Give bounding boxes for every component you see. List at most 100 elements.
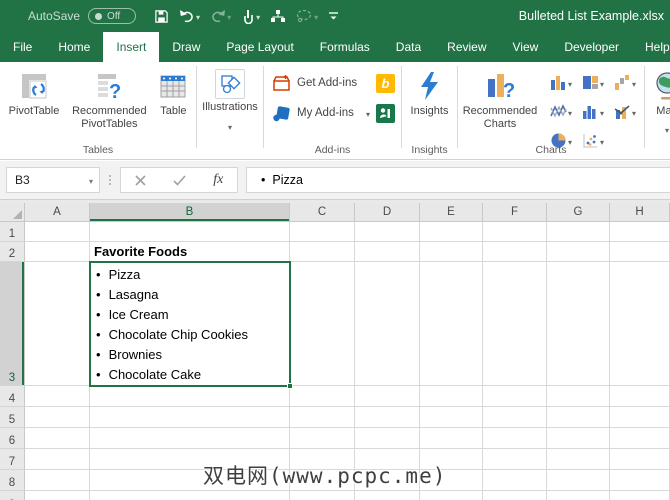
tab-help[interactable]: Help: [632, 32, 670, 62]
cell-H7[interactable]: [610, 449, 670, 470]
cell-H6[interactable]: [610, 428, 670, 449]
column-header-G[interactable]: G: [547, 203, 610, 222]
insert-combo-chart-button[interactable]: [612, 97, 644, 126]
my-addins-caret-icon[interactable]: [366, 104, 370, 122]
cell-D1[interactable]: [355, 222, 420, 242]
autosave-toggle[interactable]: AutoSave Off: [28, 8, 137, 24]
cell-D4[interactable]: [355, 386, 420, 407]
cell-B2[interactable]: Favorite Foods: [90, 242, 290, 262]
enter-icon[interactable]: [173, 174, 186, 186]
autosave-pill[interactable]: Off: [88, 8, 137, 24]
formula-bar-handle[interactable]: [100, 175, 120, 185]
cell-D9[interactable]: [355, 491, 420, 500]
touch-mouse-mode-button[interactable]: [237, 4, 264, 28]
cell-F6[interactable]: [483, 428, 547, 449]
tab-review[interactable]: Review: [434, 32, 499, 62]
cell-A7[interactable]: [25, 449, 90, 470]
tab-file[interactable]: File: [0, 32, 45, 62]
column-header-H[interactable]: H: [610, 203, 670, 222]
cell-C1[interactable]: [290, 222, 355, 242]
touch-mode-caret-icon[interactable]: [256, 7, 260, 25]
tab-page-layout[interactable]: Page Layout: [213, 32, 306, 62]
column-header-F[interactable]: F: [483, 203, 547, 222]
people-graph-addin-icon[interactable]: [376, 103, 395, 123]
name-box[interactable]: B3: [6, 167, 100, 193]
fill-handle[interactable]: [287, 383, 293, 389]
customize-qat-button[interactable]: [324, 7, 343, 25]
tab-insert[interactable]: Insert: [103, 32, 160, 62]
cell-A4[interactable]: [25, 386, 90, 407]
cell-C9[interactable]: [290, 491, 355, 500]
my-addins-button[interactable]: My Add-ins: [272, 100, 395, 126]
undo-menu-caret-icon[interactable]: [196, 7, 200, 25]
cell-H5[interactable]: [610, 407, 670, 428]
save-button[interactable]: [150, 6, 173, 27]
insert-waterfall-chart-button[interactable]: [612, 68, 644, 97]
row-header-4[interactable]: 4: [0, 386, 25, 407]
smartart-button[interactable]: [266, 6, 290, 27]
cell-H1[interactable]: [610, 222, 670, 242]
cell-D3[interactable]: [355, 262, 420, 386]
cell-H8[interactable]: [610, 470, 670, 491]
cell-C3[interactable]: [290, 262, 355, 386]
cell-B1[interactable]: [90, 222, 290, 242]
select-all-button[interactable]: [0, 203, 25, 222]
cell-C2[interactable]: [290, 242, 355, 262]
column-header-B[interactable]: B: [90, 203, 290, 222]
cell-A5[interactable]: [25, 407, 90, 428]
cell-F8[interactable]: [483, 470, 547, 491]
row-header-7[interactable]: 7: [0, 449, 25, 470]
cell-G6[interactable]: [547, 428, 610, 449]
cell-C6[interactable]: [290, 428, 355, 449]
name-box-caret-icon[interactable]: [89, 171, 99, 189]
cell-H3[interactable]: [610, 262, 670, 386]
cell-G3[interactable]: [547, 262, 610, 386]
illustrations-button[interactable]: Illustrations: [202, 66, 258, 159]
cell-E3[interactable]: [420, 262, 483, 386]
cell-F9[interactable]: [483, 491, 547, 500]
bing-maps-addin-icon[interactable]: b: [376, 73, 395, 93]
cell-C5[interactable]: [290, 407, 355, 428]
cell-G8[interactable]: [547, 470, 610, 491]
get-addins-button[interactable]: Get Add-ins b: [272, 70, 395, 96]
cell-D6[interactable]: [355, 428, 420, 449]
tab-developer[interactable]: Developer: [551, 32, 632, 62]
row-header-3[interactable]: 3: [0, 262, 25, 386]
cell-G9[interactable]: [547, 491, 610, 500]
cell-D2[interactable]: [355, 242, 420, 262]
cell-E5[interactable]: [420, 407, 483, 428]
cell-B9[interactable]: [90, 491, 290, 500]
cancel-icon[interactable]: [135, 174, 146, 186]
cell-F5[interactable]: [483, 407, 547, 428]
cell-A9[interactable]: [25, 491, 90, 500]
column-header-D[interactable]: D: [355, 203, 420, 222]
tab-home[interactable]: Home: [45, 32, 103, 62]
cell-E6[interactable]: [420, 428, 483, 449]
tab-draw[interactable]: Draw: [159, 32, 213, 62]
cell-A3[interactable]: [25, 262, 90, 386]
tab-view[interactable]: View: [500, 32, 552, 62]
cell-C4[interactable]: [290, 386, 355, 407]
insert-statistic-chart-button[interactable]: [580, 97, 612, 126]
cell-G5[interactable]: [547, 407, 610, 428]
map-button[interactable]: Map: [653, 66, 670, 159]
cell-E1[interactable]: [420, 222, 483, 242]
undo-button[interactable]: [175, 4, 204, 28]
row-header-2[interactable]: 2: [0, 242, 25, 262]
cell-A8[interactable]: [25, 470, 90, 491]
cell-E9[interactable]: [420, 491, 483, 500]
row-header-6[interactable]: 6: [0, 428, 25, 449]
cell-E2[interactable]: [420, 242, 483, 262]
cell-B3[interactable]: • Pizza • Lasagna • Ice Cream • Chocolate Chip …: [90, 262, 290, 386]
cell-B4[interactable]: [90, 386, 290, 407]
insert-hierarchy-chart-button[interactable]: [580, 68, 612, 97]
row-header-9[interactable]: 9: [0, 491, 25, 500]
cell-G7[interactable]: [547, 449, 610, 470]
cell-H4[interactable]: [610, 386, 670, 407]
row-header-5[interactable]: 5: [0, 407, 25, 428]
cell-B5[interactable]: [90, 407, 290, 428]
column-header-E[interactable]: E: [420, 203, 483, 222]
cell-F3[interactable]: [483, 262, 547, 386]
column-header-A[interactable]: A: [25, 203, 90, 222]
cell-A1[interactable]: [25, 222, 90, 242]
